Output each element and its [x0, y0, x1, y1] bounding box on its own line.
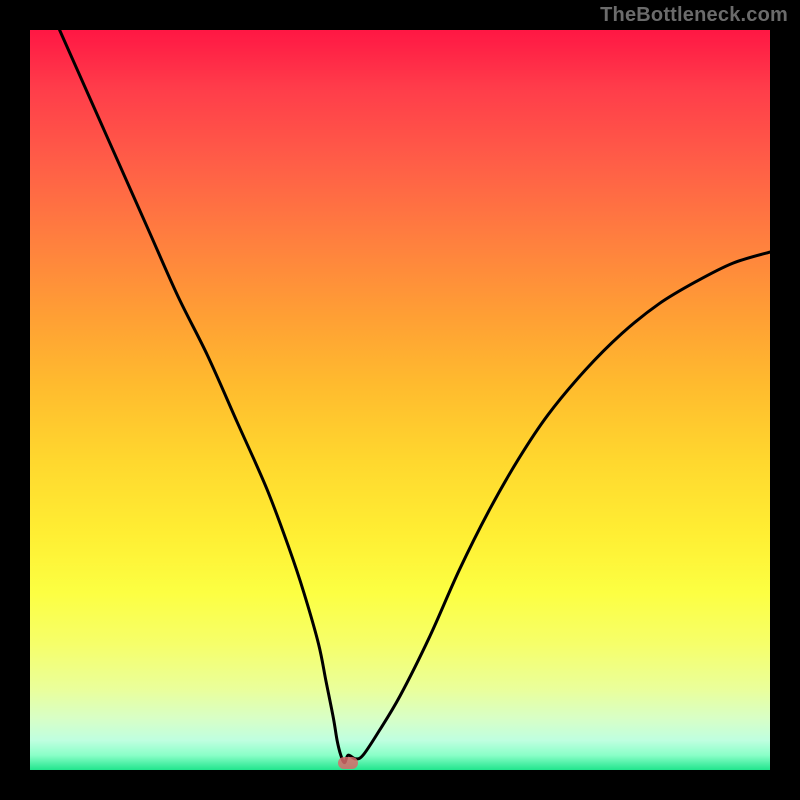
watermark-text: TheBottleneck.com: [600, 4, 788, 27]
optimal-point-marker: [338, 757, 358, 769]
plot-area: [30, 30, 770, 770]
curve-svg: [30, 30, 770, 770]
outer-frame: TheBottleneck.com: [0, 0, 800, 800]
bottleneck-curve-line: [60, 30, 770, 763]
